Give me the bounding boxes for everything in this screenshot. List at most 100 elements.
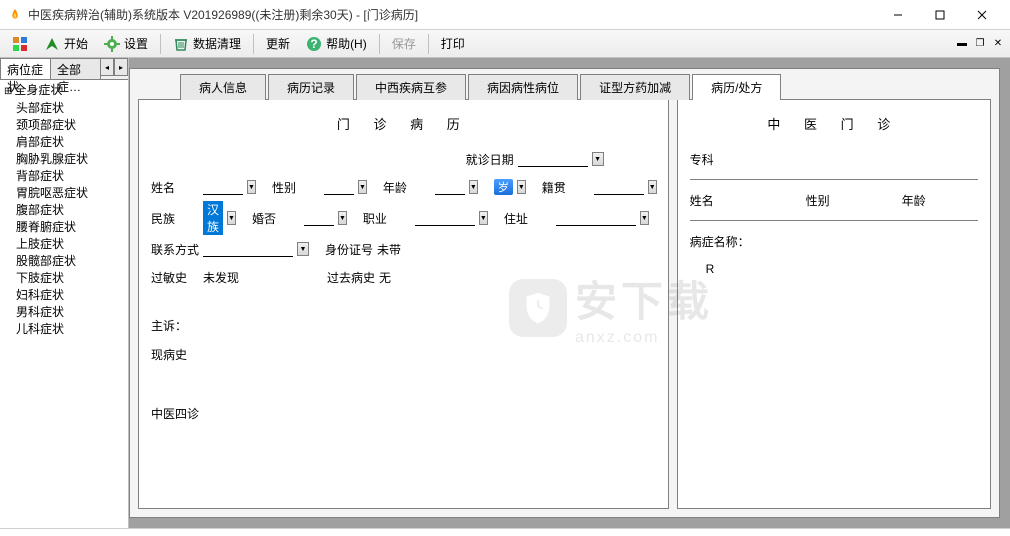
marriage-label: 婚否 <box>252 210 300 227</box>
save-button[interactable]: 保存 <box>384 33 424 54</box>
tree-item[interactable]: 颈项部症状 <box>2 117 126 134</box>
dropdown-icon[interactable]: ▼ <box>297 242 309 256</box>
name-field[interactable] <box>203 179 243 195</box>
content-area: 病人信息病历记录中西疾病互参病因病性病位证型方药加减病历/处方 门 诊 病 历 … <box>129 58 1010 528</box>
window-title: 中医疾病辨治(辅助)系统版本 V201926989((未注册)剩余30天) - … <box>28 6 878 23</box>
print-button[interactable]: 打印 <box>433 33 473 54</box>
toolbar-separator <box>428 34 429 54</box>
dropdown-icon[interactable]: ▼ <box>338 211 347 225</box>
dropdown-icon[interactable]: ▼ <box>517 180 526 194</box>
address-label: 住址 <box>504 210 552 227</box>
doc-tab[interactable]: 证型方药加减 <box>580 74 690 100</box>
app-icon <box>8 8 22 22</box>
allergy-label: 过敏史 <box>151 269 199 286</box>
tab-scroll-right-button[interactable]: ▸ <box>114 58 128 76</box>
tree-item[interactable]: 胃脘呕恶症状 <box>2 185 126 202</box>
dropdown-icon[interactable]: ▼ <box>469 180 478 194</box>
tree-item[interactable]: 上肢症状 <box>2 236 126 253</box>
dropdown-icon[interactable]: ▼ <box>227 211 236 225</box>
tree-item[interactable]: 股髋部症状 <box>2 253 126 270</box>
age-label: 年龄 <box>383 179 431 196</box>
tree-item[interactable]: 下肢症状 <box>2 270 126 287</box>
tcm4-label: 中医四诊 <box>151 399 656 428</box>
occupation-field[interactable] <box>415 210 475 226</box>
sidebar-tabs: 病位症状 全部症… ◂ ▸ <box>0 58 128 80</box>
chief-complaint-label: 主诉： <box>151 311 656 340</box>
prescription-panel-title: 中 医 门 诊 <box>690 108 978 145</box>
symptom-tree[interactable]: 全身症状 头部症状颈项部症状肩部症状胸胁乳腺症状背部症状胃脘呕恶症状腹部症状腰脊… <box>0 80 128 528</box>
doc-tab[interactable]: 病因病性病位 <box>468 74 578 100</box>
name-label: 姓名 <box>151 179 199 196</box>
contact-label: 联系方式 <box>151 241 199 258</box>
hpi-label: 现病史 <box>151 340 656 369</box>
trash-icon <box>173 36 189 52</box>
tree-item[interactable]: 头部症状 <box>2 100 126 117</box>
tree-item[interactable]: 儿科症状 <box>2 321 126 338</box>
idno-label: 身份证号 <box>325 241 373 258</box>
update-button[interactable]: 更新 <box>258 33 298 54</box>
mdi-restore-button[interactable]: ❐ <box>972 36 988 52</box>
contact-field[interactable] <box>203 241 293 257</box>
maximize-button[interactable] <box>920 3 960 27</box>
doc-tab[interactable]: 病历记录 <box>268 74 354 100</box>
r-name-label: 姓名 <box>690 192 738 209</box>
sidebar: 病位症状 全部症… ◂ ▸ 全身症状 头部症状颈项部症状肩部症状胸胁乳腺症状背部… <box>0 58 129 528</box>
age-field[interactable] <box>435 179 465 195</box>
dropdown-icon[interactable]: ▼ <box>247 180 256 194</box>
svg-text:?: ? <box>310 37 317 51</box>
minimize-button[interactable] <box>878 3 918 27</box>
main-toolbar: 开始 设置 数据清理 更新 ? 帮助(H) 保存 打印 ▬ ❐ ✕ <box>0 30 1010 58</box>
nation-label: 民族 <box>151 210 199 227</box>
native-label: 籍贯 <box>542 179 590 196</box>
sidebar-tab-location[interactable]: 病位症状 <box>0 58 51 79</box>
tree-item[interactable]: 肩部症状 <box>2 134 126 151</box>
help-button[interactable]: ? 帮助(H) <box>298 33 375 54</box>
doc-tab[interactable]: 中西疾病互参 <box>356 74 466 100</box>
tree-item[interactable]: 背部症状 <box>2 168 126 185</box>
dropdown-icon[interactable]: ▼ <box>479 211 488 225</box>
dept-label: 专科 <box>690 151 738 168</box>
cleanup-button[interactable]: 数据清理 <box>165 33 249 54</box>
tab-scroll-left-button[interactable]: ◂ <box>100 58 114 76</box>
tree-item[interactable]: 腰脊腑症状 <box>2 219 126 236</box>
tree-item[interactable]: 男科症状 <box>2 304 126 321</box>
record-panel-title: 门 诊 病 历 <box>151 108 656 145</box>
sidebar-tab-all[interactable]: 全部症… <box>50 58 101 79</box>
update-label: 更新 <box>266 35 290 52</box>
toolbar-separator <box>253 34 254 54</box>
dropdown-icon[interactable]: ▼ <box>640 211 649 225</box>
allergy-value: 未发现 <box>203 269 323 286</box>
native-field[interactable] <box>594 179 644 195</box>
dropdown-icon[interactable]: ▼ <box>592 152 604 166</box>
help-label: 帮助(H) <box>326 35 367 52</box>
settings-button[interactable]: 设置 <box>96 33 156 54</box>
rx-label: R <box>690 256 978 282</box>
visit-date-field[interactable] <box>518 151 588 167</box>
toolbar-extra-button[interactable] <box>4 34 36 54</box>
dropdown-icon[interactable]: ▼ <box>648 180 657 194</box>
tree-item[interactable]: 胸胁乳腺症状 <box>2 151 126 168</box>
prescription-panel: 中 医 门 诊 专科 姓名 性别 年龄 病症名称： R <box>677 99 991 509</box>
close-button[interactable] <box>962 3 1002 27</box>
address-field[interactable] <box>556 210 636 226</box>
print-label: 打印 <box>441 35 465 52</box>
mdi-close-button[interactable]: ✕ <box>990 36 1006 52</box>
tree-root[interactable]: 全身症状 <box>2 82 126 100</box>
dropdown-icon[interactable]: ▼ <box>358 180 367 194</box>
document-tabs: 病人信息病历记录中西疾病互参病因病性病位证型方药加减病历/处方 <box>130 69 999 99</box>
mdi-minimize-button[interactable]: ▬ <box>954 36 970 52</box>
occupation-label: 职业 <box>363 210 411 227</box>
help-icon: ? <box>306 36 322 52</box>
doc-tab[interactable]: 病历/处方 <box>692 74 781 100</box>
tree-item[interactable]: 妇科症状 <box>2 287 126 304</box>
sex-field[interactable] <box>324 179 354 195</box>
settings-label: 设置 <box>124 35 148 52</box>
bottom-border <box>0 528 1010 536</box>
sex-label: 性别 <box>272 179 320 196</box>
doc-tab[interactable]: 病人信息 <box>180 74 266 100</box>
toolbar-separator <box>379 34 380 54</box>
tree-item[interactable]: 腹部症状 <box>2 202 126 219</box>
start-button[interactable]: 开始 <box>36 33 96 54</box>
marriage-field[interactable] <box>304 210 334 226</box>
nation-value[interactable]: 汉族 <box>203 201 223 235</box>
